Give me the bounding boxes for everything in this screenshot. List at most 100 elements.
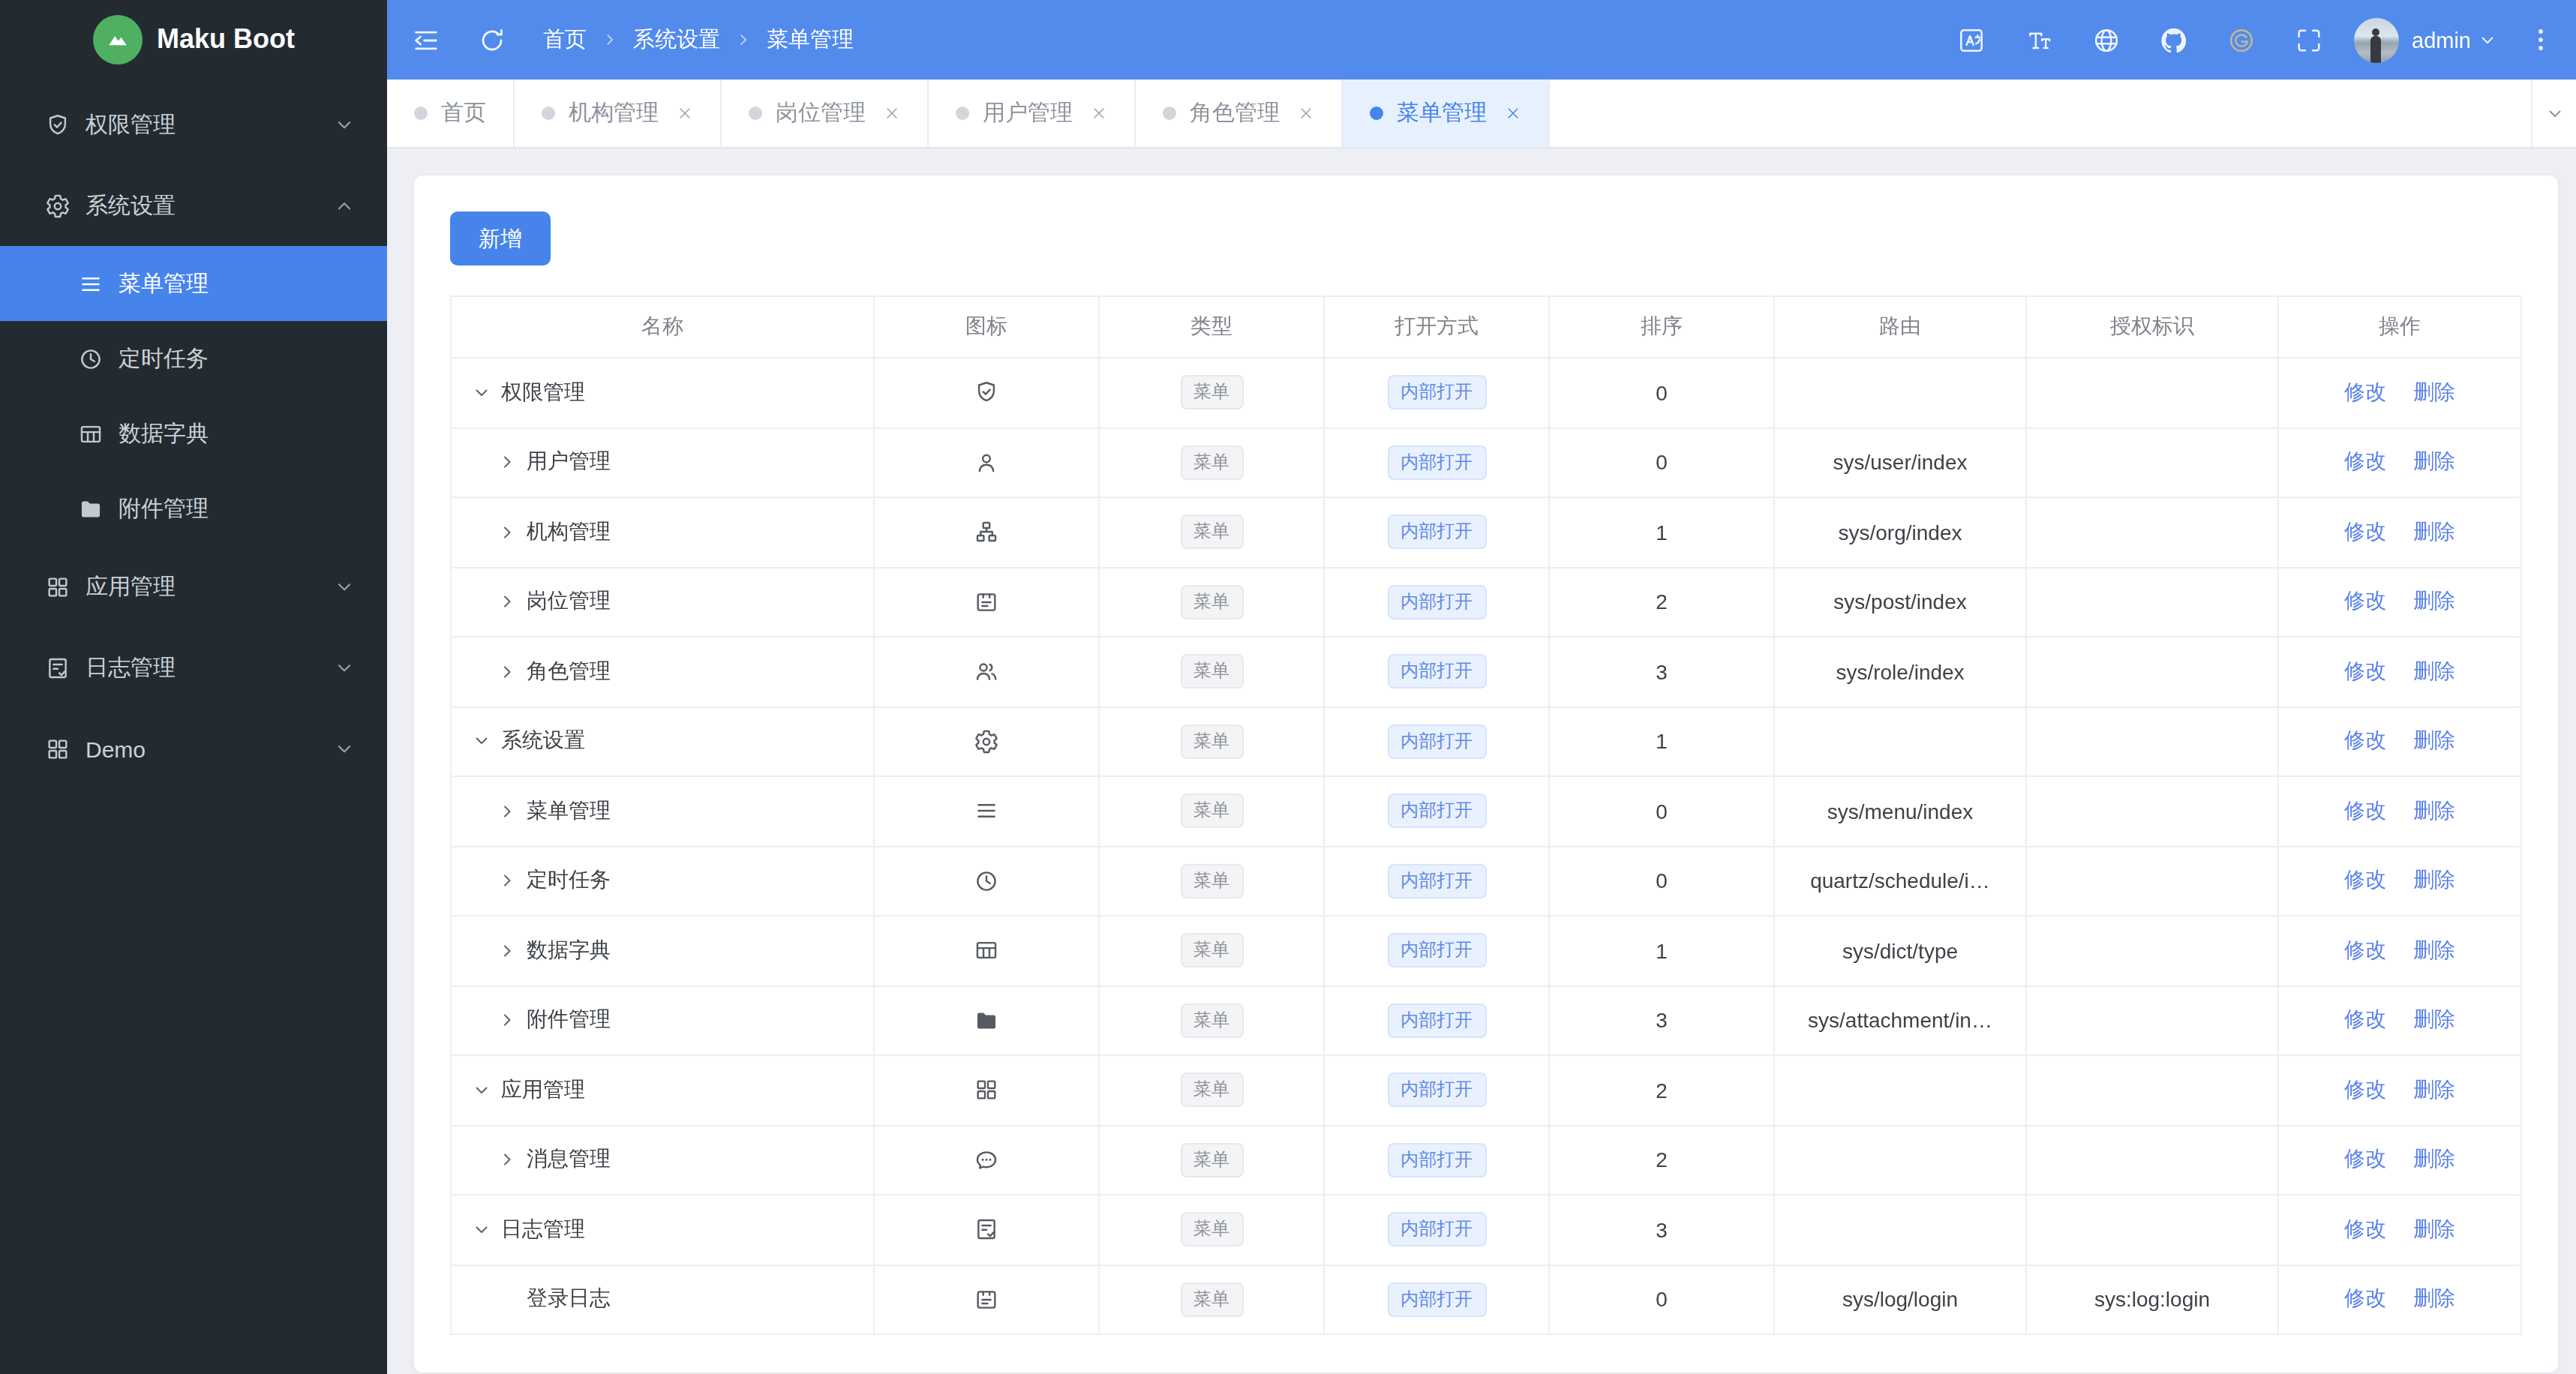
tabs-chevron-down-icon[interactable] — [2531, 80, 2576, 147]
edit-link[interactable]: 修改 — [2344, 728, 2386, 752]
row-expander-icon[interactable] — [498, 1151, 516, 1169]
tab-home[interactable]: 首页 — [387, 80, 515, 147]
fullscreen-icon[interactable] — [2293, 25, 2323, 55]
table-row: 系统设置 菜单 内部打开 1 修改 删除 — [451, 706, 2521, 776]
tab-close-icon[interactable] — [884, 105, 900, 122]
row-expander-icon[interactable] — [498, 454, 516, 472]
edit-link[interactable]: 修改 — [2344, 449, 2386, 473]
row-expander-icon[interactable] — [473, 1221, 491, 1239]
delete-link[interactable]: 删除 — [2413, 728, 2455, 752]
delete-link[interactable]: 删除 — [2413, 798, 2455, 822]
sidebar-item-schedule[interactable]: 定时任务 — [0, 321, 387, 396]
add-button[interactable]: 新增 — [450, 212, 551, 266]
tab-menu[interactable]: 菜单管理 — [1343, 80, 1550, 147]
sidebar-item-menu[interactable]: 菜单管理 — [0, 246, 387, 321]
tab-role[interactable]: 角色管理 — [1136, 80, 1343, 147]
row-expander-icon[interactable] — [498, 942, 516, 960]
row-name: 岗位管理 — [527, 589, 611, 616]
id-card-icon — [874, 1264, 1099, 1334]
edit-link[interactable]: 修改 — [2344, 380, 2386, 404]
tab-org[interactable]: 机构管理 — [515, 80, 722, 147]
edit-link[interactable]: 修改 — [2344, 1216, 2386, 1240]
sidebar: Maku Boot 权限管理 系统设置 菜单管理 定时任务 数据字典 附件管理 … — [0, 0, 387, 1374]
username[interactable]: admin — [2412, 28, 2471, 52]
delete-link[interactable]: 删除 — [2413, 938, 2455, 962]
row-expander-icon[interactable] — [498, 663, 516, 681]
sidebar-item-demo[interactable]: Demo — [0, 708, 387, 789]
user-chevron-down-icon[interactable] — [2478, 31, 2496, 49]
sidebar-item-app[interactable]: 应用管理 — [0, 546, 387, 627]
sidebar-item-permission[interactable]: 权限管理 — [0, 84, 387, 165]
refresh-icon[interactable] — [477, 25, 507, 55]
table-row: 登录日志 菜单 内部打开 0 sys/log/login sys:log:log… — [451, 1264, 2521, 1334]
row-expander-icon[interactable] — [473, 384, 491, 402]
chevron-down-icon — [335, 658, 354, 677]
content-card: 新增 名称图标类型打开方式排序路由授权标识操作 权限管理 菜单 内部打开 0 修… — [414, 176, 2558, 1372]
row-name: 机构管理 — [527, 519, 611, 546]
edit-link[interactable]: 修改 — [2344, 1286, 2386, 1310]
delete-link[interactable]: 删除 — [2413, 1007, 2455, 1031]
sidebar-item-system[interactable]: 系统设置 — [0, 165, 387, 246]
table-row: 机构管理 菜单 内部打开 1 sys/org/index 修改 删除 — [451, 497, 2521, 567]
delete-link[interactable]: 删除 — [2413, 449, 2455, 473]
tab-dot — [1370, 106, 1383, 120]
delete-link[interactable]: 删除 — [2413, 1147, 2455, 1171]
delete-link[interactable]: 删除 — [2413, 1077, 2455, 1101]
breadcrumb-item-home[interactable]: 首页 — [543, 26, 587, 54]
type-badge: 菜单 — [1180, 1073, 1243, 1108]
row-name: 定时任务 — [527, 868, 611, 895]
tab-close-icon[interactable] — [1298, 105, 1314, 122]
edit-link[interactable]: 修改 — [2344, 519, 2386, 543]
row-route — [1774, 706, 2026, 776]
tab-close-icon[interactable] — [677, 105, 693, 122]
row-perm — [2026, 358, 2278, 428]
delete-link[interactable]: 删除 — [2413, 658, 2455, 682]
column-header: 图标 — [874, 296, 1099, 358]
gitee-icon[interactable] — [2226, 25, 2256, 55]
delete-link[interactable]: 删除 — [2413, 380, 2455, 404]
chevron-down-icon — [335, 739, 354, 758]
sidebar-item-log[interactable]: 日志管理 — [0, 627, 387, 708]
delete-link[interactable]: 删除 — [2413, 1216, 2455, 1240]
row-expander-icon[interactable] — [498, 524, 516, 542]
edit-link[interactable]: 修改 — [2344, 938, 2386, 962]
edit-link[interactable]: 修改 — [2344, 658, 2386, 682]
edit-link[interactable]: 修改 — [2344, 589, 2386, 613]
avatar[interactable] — [2353, 17, 2398, 62]
row-expander-icon[interactable] — [498, 593, 516, 611]
tab-close-icon[interactable] — [1091, 105, 1107, 122]
delete-link[interactable]: 删除 — [2413, 868, 2455, 892]
table-row: 用户管理 菜单 内部打开 0 sys/user/index 修改 删除 — [451, 428, 2521, 497]
tab-close-icon[interactable] — [1505, 105, 1521, 122]
edit-link[interactable]: 修改 — [2344, 1007, 2386, 1031]
app-logo: Maku Boot — [0, 0, 387, 80]
row-expander-icon[interactable] — [473, 733, 491, 751]
collapse-sidebar-icon[interactable] — [411, 25, 441, 55]
edit-link[interactable]: 修改 — [2344, 798, 2386, 822]
more-menu-icon[interactable] — [2526, 26, 2555, 54]
delete-link[interactable]: 删除 — [2413, 589, 2455, 613]
translate-icon[interactable] — [1956, 25, 1986, 55]
row-expander-icon[interactable] — [498, 1291, 516, 1309]
tab-user[interactable]: 用户管理 — [929, 80, 1136, 147]
breadcrumb-item-system[interactable]: 系统设置 — [633, 26, 720, 54]
type-badge: 菜单 — [1180, 446, 1243, 480]
row-expander-icon[interactable] — [498, 802, 516, 820]
breadcrumb-item-menu[interactable]: 菜单管理 — [767, 26, 854, 54]
edit-link[interactable]: 修改 — [2344, 1077, 2386, 1101]
edit-link[interactable]: 修改 — [2344, 868, 2386, 892]
github-icon[interactable] — [2158, 25, 2188, 55]
tab-post[interactable]: 岗位管理 — [722, 80, 929, 147]
sidebar-item-dict[interactable]: 数据字典 — [0, 396, 387, 471]
delete-link[interactable]: 删除 — [2413, 519, 2455, 543]
sidebar-item-attachment[interactable]: 附件管理 — [0, 471, 387, 546]
edit-link[interactable]: 修改 — [2344, 1147, 2386, 1171]
globe-icon[interactable] — [2091, 25, 2121, 55]
row-expander-icon[interactable] — [498, 872, 516, 890]
font-size-icon[interactable] — [2023, 25, 2053, 55]
delete-link[interactable]: 删除 — [2413, 1286, 2455, 1310]
row-perm — [2026, 776, 2278, 846]
row-expander-icon[interactable] — [498, 1012, 516, 1030]
row-name: 系统设置 — [501, 728, 585, 755]
row-expander-icon[interactable] — [473, 1082, 491, 1100]
